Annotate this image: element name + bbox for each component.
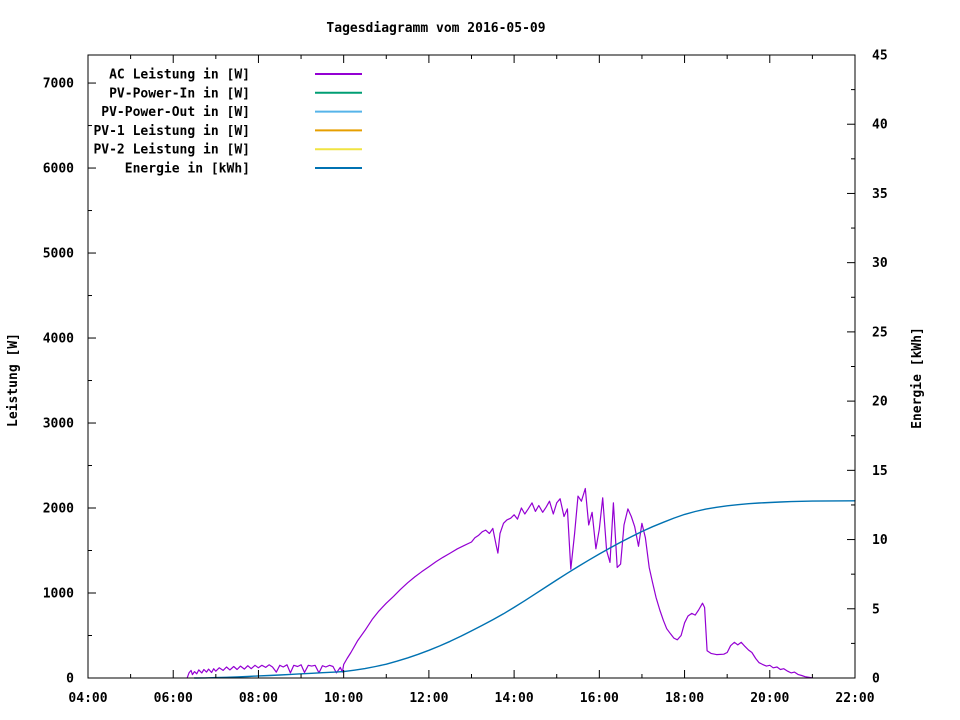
x-tick-label: 14:00: [495, 691, 534, 706]
x-tick-label: 16:00: [580, 691, 619, 706]
y-tick-label: 6000: [43, 162, 74, 177]
x-tick-label: 08:00: [239, 691, 278, 706]
x-tick-label: 18:00: [665, 691, 704, 706]
y2-tick-label: 20: [872, 395, 888, 410]
x-tick-label: 12:00: [409, 691, 448, 706]
y2-axis-ticks: [847, 54, 855, 679]
x-tick-label: 22:00: [835, 691, 874, 706]
y-tick-label: 0: [66, 672, 74, 687]
y2-tick-label: 5: [872, 602, 880, 617]
legend-label: PV-Power-Out in [W]: [101, 105, 250, 120]
y2-tick-label: 45: [872, 49, 888, 64]
y-tick-label: 7000: [43, 77, 74, 92]
series-line-ac-leistung-in-w: [186, 487, 813, 679]
legend-label: PV-2 Leistung in [W]: [93, 143, 250, 158]
y-tick-label: 2000: [43, 502, 74, 517]
legend: AC Leistung in [W] PV-Power-In in [W] PV-P…: [93, 68, 362, 177]
chart-canvas: Tagesdiagramm vom 2016-05-09 Leistung [W…: [0, 0, 960, 720]
y2-tick-label: 40: [872, 118, 888, 133]
daily-pv-chart: Tagesdiagramm vom 2016-05-09 Leistung [W…: [6, 21, 925, 706]
legend-label: PV-Power-In in [W]: [109, 86, 250, 101]
y2-tick-label: 35: [872, 187, 888, 202]
y-tick-label: 3000: [43, 417, 74, 432]
y2-tick-label: 25: [872, 325, 888, 340]
y2-tick-label: 0: [872, 672, 880, 687]
y-tick-label: 4000: [43, 332, 74, 347]
legend-label: AC Leistung in [W]: [109, 68, 250, 83]
legend-label: PV-1 Leistung in [W]: [93, 124, 250, 139]
y2-tick-label: 10: [872, 533, 888, 548]
x-tick-labels: 04:00 06:00 08:00 10:00 12:00 14:00 16:00 18:00…: [68, 691, 874, 706]
series-line-energie-in-kwh: [193, 500, 856, 679]
y-tick-label: 1000: [43, 587, 74, 602]
series-lines: [186, 487, 856, 679]
y-tick-labels: 0 1000 2000 3000 4000 5000 6000 7000: [43, 77, 74, 687]
y2-tick-label: 15: [872, 464, 888, 479]
x-tick-label: 06:00: [154, 691, 193, 706]
y2-axis-label: Energie [kWh]: [910, 327, 925, 429]
x-tick-label: 04:00: [68, 691, 107, 706]
x-tick-label: 20:00: [750, 691, 789, 706]
y-axis-label: Leistung [W]: [6, 333, 21, 427]
y-tick-label: 5000: [43, 247, 74, 262]
x-tick-label: 10:00: [324, 691, 363, 706]
legend-label: Energie in [kWh]: [125, 162, 250, 177]
y2-tick-label: 30: [872, 256, 888, 271]
y-axis-ticks: [88, 82, 96, 679]
chart-title: Tagesdiagramm vom 2016-05-09: [326, 21, 545, 36]
y2-tick-labels: 0 5 10 15 20 25 30 35 40 45: [872, 49, 888, 687]
